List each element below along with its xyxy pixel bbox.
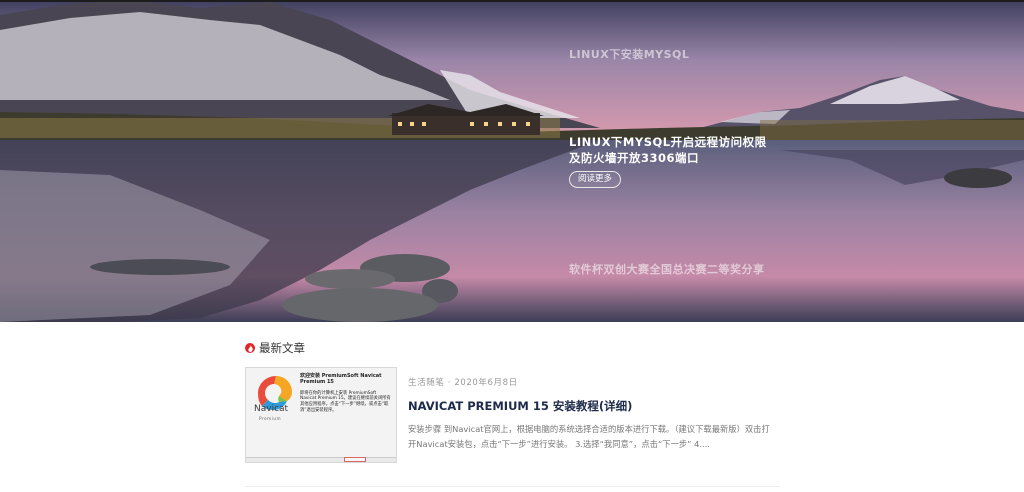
post-thumbnail[interactable]: Navicat Premium 欢迎安装 PremiumSoft Navicat… [245, 367, 397, 463]
installer-heading: 欢迎安装 PremiumSoft Navicat Premium 15 [300, 373, 382, 385]
navicat-logo-subtext: Premium [259, 416, 282, 421]
post-item: Navicat Premium 欢迎安装 PremiumSoft Navicat… [245, 367, 780, 467]
read-more-button[interactable]: 阅读更多 [569, 171, 622, 188]
installer-next-button [344, 457, 366, 462]
post-meta: 生活随笔 · 2020年6月8日 [408, 376, 518, 388]
slide-title-3[interactable]: 软件杯双创大赛全国总决赛二等奖分享 [569, 261, 765, 277]
hero-banner: LINUX下安装MYSQL LINUX下MYSQL开启远程访问权限及防火墙开放3… [0, 0, 1024, 322]
slide-title-2[interactable]: LINUX下MYSQL开启远程访问权限及防火墙开放3306端口 [569, 134, 769, 166]
section-header: 最新文章 [245, 340, 305, 356]
post-title[interactable]: NAVICAT PREMIUM 15 安装教程(详细) [408, 398, 632, 414]
post-date: 2020年6月8日 [454, 378, 518, 388]
post-category[interactable]: 生活随笔 [408, 378, 444, 388]
post-excerpt: 安装步骤 到Navicat官网上，根据电脑的系统选择合适的版本进行下载。（建议下… [408, 424, 770, 449]
landscape-image [0, 0, 1024, 322]
installer-body: 即将在你的计算机上安装 PremiumSoft Navicat Premium … [300, 390, 391, 413]
slide-title-1[interactable]: LINUX下安装MYSQL [569, 46, 689, 62]
post-divider [245, 486, 780, 487]
installer-button-bar [246, 457, 396, 462]
top-border [0, 0, 1024, 2]
section-title: 最新文章 [259, 341, 305, 355]
meta-separator: · [447, 378, 452, 388]
flame-icon [245, 343, 255, 353]
navicat-logo-text: Navicat [254, 404, 289, 414]
installer-text: 欢迎安装 PremiumSoft Navicat Premium 15 即将在你… [300, 373, 392, 413]
